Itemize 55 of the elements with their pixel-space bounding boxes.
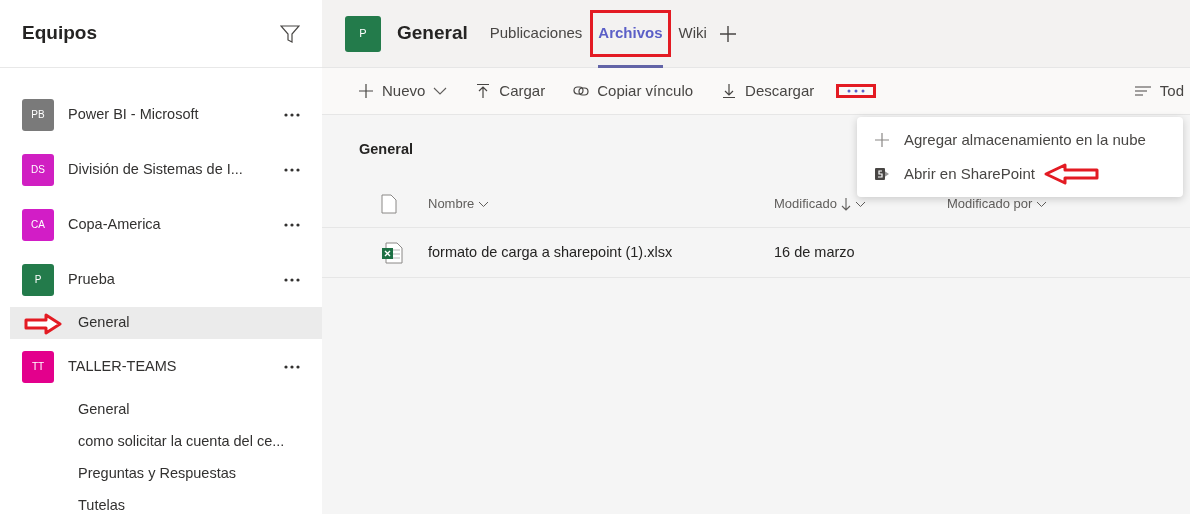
download-icon [721, 83, 738, 99]
section-title: General [359, 141, 413, 157]
lines-icon [1133, 84, 1152, 98]
team-name[interactable]: TALLER-TEAMS [68, 355, 284, 378]
team-name[interactable]: División de Sistemas de I... [68, 158, 284, 181]
team-avatar: P [22, 263, 54, 296]
caret-icon [854, 200, 866, 208]
caret-icon [1036, 200, 1048, 208]
menu-item[interactable]: Agregar almacenamiento en la nube [857, 123, 1183, 157]
channel-item[interactable]: General [10, 394, 322, 426]
team-avatar: TT [22, 350, 54, 383]
filter-icon[interactable] [280, 23, 300, 44]
team-avatar: CA [22, 208, 54, 241]
team-avatar: DS [22, 153, 54, 186]
channel-avatar: P [345, 15, 381, 52]
more-icon [846, 89, 867, 93]
team-name[interactable]: Copa-America [68, 213, 284, 236]
toolbar-button[interactable]: Descargar [715, 79, 821, 103]
channel-item[interactable]: General [10, 307, 322, 339]
toolbar-button[interactable]: Copiar vínculo [567, 79, 700, 103]
column-header[interactable]: Modificado [774, 194, 866, 214]
more-icon[interactable] [284, 167, 300, 172]
channel-item[interactable]: Preguntas y Respuestas [10, 458, 322, 490]
caret-icon [433, 87, 448, 95]
table-cell-text: 16 de marzo [774, 242, 856, 262]
plus-icon [358, 83, 374, 99]
file-icon [381, 194, 397, 215]
more-button[interactable] [836, 84, 877, 98]
more-icon[interactable] [284, 277, 300, 282]
channel-title: General [397, 21, 468, 46]
spreadsheet-icon [381, 241, 403, 264]
upload-icon [475, 83, 492, 99]
view-button[interactable]: Tod [1127, 79, 1190, 103]
team-name[interactable]: Power BI - Microsoft [68, 103, 284, 126]
more-icon[interactable] [284, 112, 300, 117]
add-icon[interactable] [718, 24, 737, 43]
tab[interactable]: Wiki [674, 0, 711, 68]
tab[interactable]: Publicaciones [485, 0, 587, 68]
plus-icon [874, 132, 890, 148]
toolbar-button[interactable]: Nuevo [352, 79, 454, 103]
caret-icon [478, 200, 490, 208]
more-icon[interactable] [284, 364, 300, 369]
more-icon[interactable] [284, 222, 300, 227]
menu-item[interactable]: Abrir en SharePoint [857, 157, 1183, 191]
column-header[interactable]: Nombre [428, 194, 490, 214]
link-icon [573, 83, 590, 99]
sharepoint-icon [874, 166, 890, 182]
team-name[interactable]: Prueba [68, 268, 284, 291]
file-name[interactable]: formato de carga a sharepoint (1).xlsx [428, 241, 774, 264]
toolbar-button[interactable]: Cargar [469, 79, 552, 103]
team-avatar: PB [22, 98, 54, 131]
channel-item[interactable]: Tutelas [10, 490, 322, 514]
sort-arrow-icon [840, 197, 851, 211]
channel-item[interactable]: como solicitar la cuenta del ce... [10, 426, 322, 458]
sidebar-title: Equipos [22, 21, 97, 46]
